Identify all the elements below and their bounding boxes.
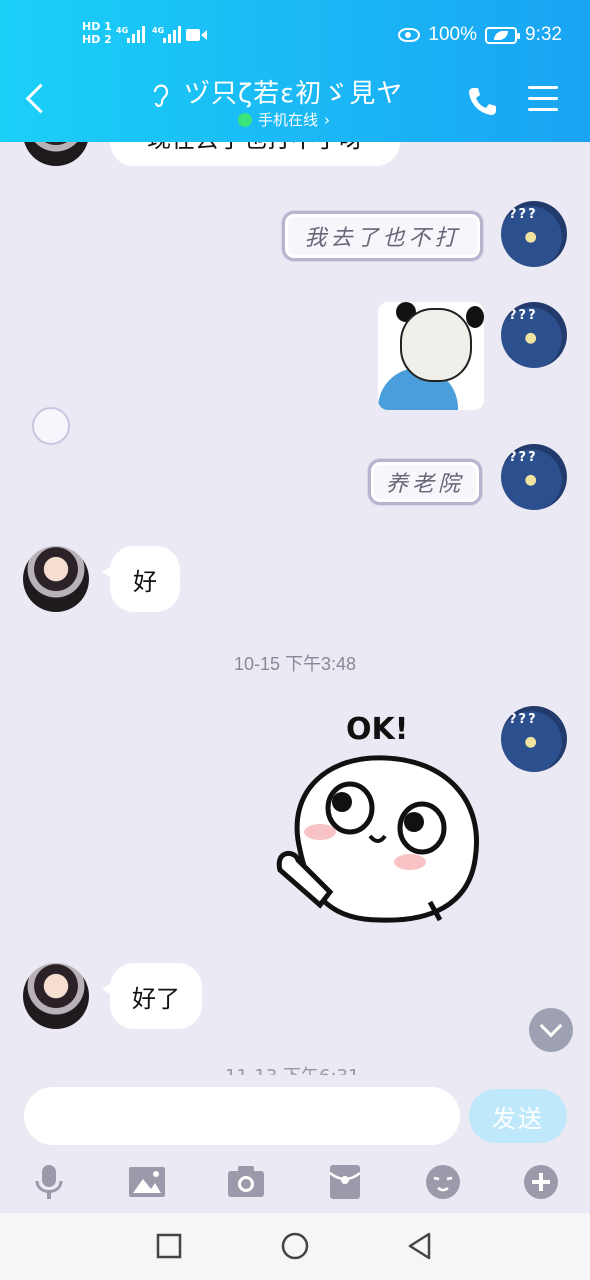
image-icon[interactable] bbox=[127, 1163, 167, 1201]
message-text: 好 bbox=[133, 567, 157, 596]
ok-sticker-image[interactable] bbox=[270, 710, 490, 930]
avatar-contact[interactable] bbox=[23, 963, 89, 1029]
chat-header: HD 1 HD 2 4G 4G 100% 9:32 ヅ只ζ若ε初ゞ見ヤ 手机在线… bbox=[0, 0, 590, 142]
message-text: 养老院 bbox=[385, 472, 464, 497]
sim2-label: HD 2 bbox=[82, 33, 112, 46]
mic-icon[interactable] bbox=[29, 1163, 69, 1201]
battery-icon bbox=[485, 26, 521, 44]
floating-circle-icon[interactable] bbox=[32, 407, 70, 445]
scroll-down-icon[interactable] bbox=[529, 1008, 573, 1052]
back-nav-icon[interactable] bbox=[405, 1231, 435, 1261]
message-bubble-contact[interactable]: 好 bbox=[102, 546, 180, 612]
avatar-self[interactable]: ??? bbox=[501, 706, 567, 772]
input-bar: 发送 bbox=[0, 1075, 590, 1213]
send-button[interactable]: 发送 bbox=[469, 1089, 567, 1143]
avatar-self[interactable]: ??? bbox=[501, 444, 567, 510]
avatar-contact[interactable] bbox=[23, 546, 89, 612]
back-icon[interactable] bbox=[22, 80, 52, 120]
panda-sticker-image[interactable] bbox=[378, 302, 484, 410]
signal1-icon bbox=[127, 26, 145, 43]
message-bubble-contact[interactable]: 好了 bbox=[102, 963, 202, 1029]
battery-percent: 100% bbox=[428, 24, 478, 45]
home-icon[interactable] bbox=[280, 1231, 310, 1261]
clock: 9:32 bbox=[525, 24, 562, 45]
avatar-self[interactable]: ??? bbox=[501, 302, 567, 368]
timestamp: 10-15 下午3:48 bbox=[233, 654, 357, 674]
chevron-right-icon: › bbox=[324, 110, 331, 129]
message-input[interactable] bbox=[24, 1087, 460, 1145]
contact-name[interactable]: ヅ只ζ若ε初ゞ見ヤ bbox=[184, 73, 403, 110]
system-nav-bar bbox=[0, 1213, 590, 1280]
status-bar-right: 100% 9:32 bbox=[398, 24, 562, 46]
message-bubble-self[interactable]: 养老院 bbox=[368, 459, 482, 505]
status-bar-left: HD 1 HD 2 4G 4G bbox=[82, 20, 207, 46]
avatar-self[interactable]: ??? bbox=[501, 201, 567, 267]
online-status[interactable]: 手机在线 › bbox=[238, 109, 330, 130]
timestamp-partial: 11-13 下午6:31 bbox=[225, 1066, 375, 1075]
video-call-status-icon bbox=[186, 29, 207, 41]
message-text: 好了 bbox=[132, 984, 180, 1013]
menu-icon[interactable] bbox=[528, 86, 558, 114]
recent-apps-icon[interactable] bbox=[154, 1231, 184, 1261]
red-packet-icon[interactable] bbox=[325, 1163, 365, 1201]
message-text: 我去了也不打 bbox=[304, 226, 461, 251]
sim1-label: HD 1 bbox=[82, 20, 112, 33]
emoji-icon[interactable] bbox=[423, 1163, 463, 1201]
signal2-icon bbox=[163, 26, 181, 43]
plus-icon[interactable] bbox=[521, 1163, 561, 1201]
phone-icon[interactable] bbox=[466, 84, 500, 118]
camera-icon[interactable] bbox=[226, 1163, 266, 1201]
online-dot bbox=[238, 112, 252, 127]
online-text: 手机在线 bbox=[258, 111, 319, 129]
message-bubble-self[interactable]: 我去了也不打 bbox=[282, 211, 483, 261]
ear-icon[interactable] bbox=[150, 80, 172, 110]
eye-comfort-icon bbox=[398, 28, 421, 42]
